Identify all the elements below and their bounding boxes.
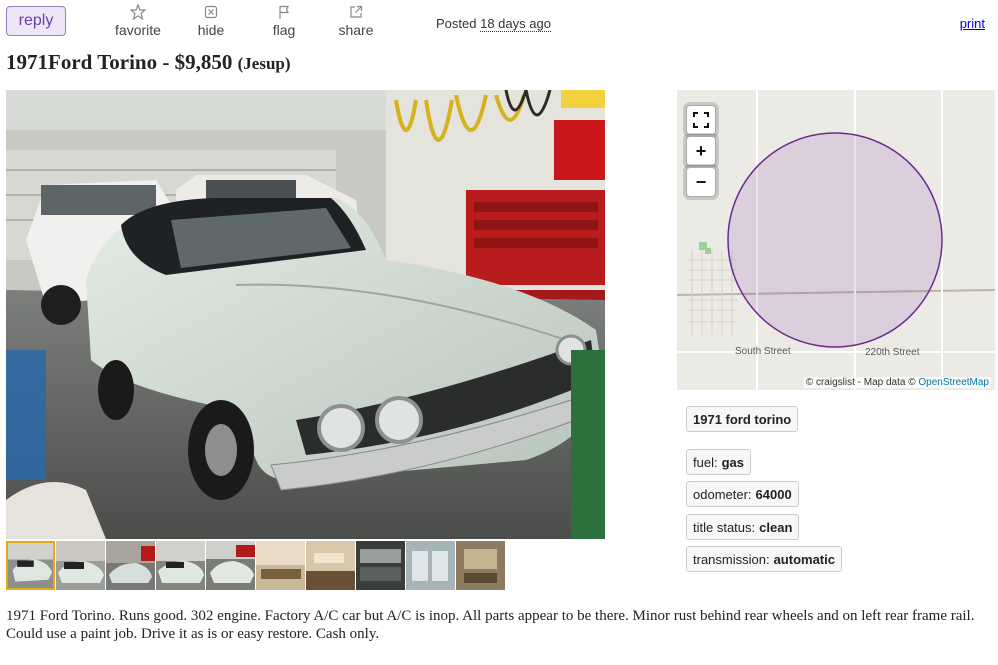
print-link[interactable]: print <box>960 16 985 31</box>
openstreetmap-link[interactable]: OpenStreetMap <box>918 377 989 388</box>
posting-location: (Jesup) <box>237 54 291 73</box>
flag-button[interactable]: flag <box>254 4 314 38</box>
posting-title-text: 1971Ford Torino <box>6 50 158 74</box>
thumbnail[interactable] <box>456 541 505 590</box>
star-icon <box>130 4 146 20</box>
model-attribute: 1971 ford torino <box>686 406 799 432</box>
street-label-220th: 220th Street <box>865 347 920 358</box>
share-button[interactable]: share <box>326 4 386 38</box>
flag-label: flag <box>272 22 296 38</box>
posting-price: $9,850 <box>174 50 233 74</box>
thumbnail[interactable] <box>356 541 405 590</box>
title-status-value: clean <box>759 519 793 535</box>
model-value: 1971 ford torino <box>693 411 792 427</box>
posted-date: Posted 18 days ago <box>436 16 551 32</box>
transmission-attribute: transmission: automatic <box>686 546 842 572</box>
street-label-south: South Street <box>735 346 791 357</box>
thumbnail[interactable] <box>406 541 455 590</box>
odometer-attribute: odometer: 64000 <box>686 481 799 507</box>
title-separator: - <box>157 50 175 74</box>
thumbnail-strip <box>6 541 505 591</box>
fuel-label: fuel: <box>693 454 718 470</box>
thumbnail[interactable] <box>256 541 305 590</box>
thumbnail[interactable] <box>106 541 155 590</box>
thumbnail[interactable] <box>6 541 55 590</box>
flag-icon <box>279 5 289 19</box>
share-label: share <box>338 22 374 38</box>
fuel-value: gas <box>721 454 744 470</box>
hide-icon <box>204 5 218 19</box>
favorite-button[interactable]: favorite <box>108 4 168 38</box>
posting-title: 1971Ford Torino - $9,850 (Jesup) <box>6 50 291 75</box>
location-map[interactable]: + − South Street 220th Street © craigsli… <box>677 90 995 390</box>
title-status-attribute: title status: clean <box>686 514 800 540</box>
posting-description: 1971 Ford Torino. Runs good. 302 engine.… <box>6 608 975 642</box>
thumbnail[interactable] <box>206 541 255 590</box>
share-icon <box>350 5 363 18</box>
hide-button[interactable]: hide <box>181 4 241 38</box>
hide-label: hide <box>197 22 225 38</box>
attribution-text: © craigslist - Map data © <box>805 377 916 388</box>
thumbnail[interactable] <box>156 541 205 590</box>
thumbnail[interactable] <box>56 541 105 590</box>
fullscreen-button[interactable] <box>686 105 716 135</box>
posted-ago: 18 days ago <box>480 16 551 32</box>
fuel-attribute: fuel: gas <box>686 449 751 475</box>
title-status-label: title status: <box>693 519 756 535</box>
odometer-label: odometer: <box>693 486 752 502</box>
transmission-value: automatic <box>773 551 835 567</box>
reply-button[interactable]: reply <box>6 6 66 36</box>
thumbnail[interactable] <box>306 541 355 590</box>
map-attribution: © craigslist - Map data © OpenStreetMap <box>803 377 991 388</box>
posted-prefix: Posted <box>436 16 477 31</box>
zoom-in-button[interactable]: + <box>686 136 716 166</box>
fullscreen-icon <box>693 112 709 128</box>
favorite-label: favorite <box>115 22 161 38</box>
zoom-out-button[interactable]: − <box>686 167 716 197</box>
odometer-value: 64000 <box>755 486 792 502</box>
transmission-label: transmission: <box>693 551 770 567</box>
main-photo[interactable] <box>6 90 605 539</box>
